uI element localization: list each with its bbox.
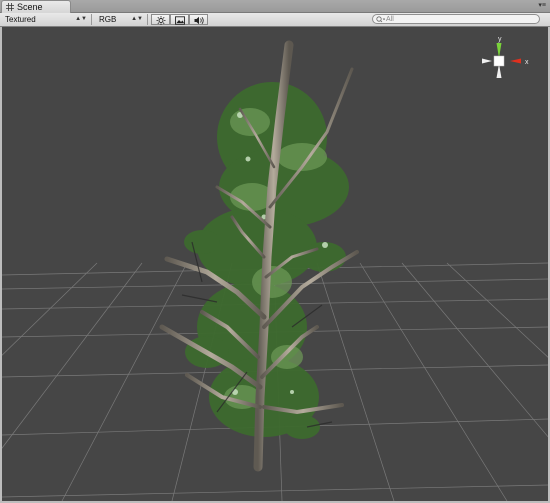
scene-toolbar: Textured ▲▼ RGB ▲▼ All (0, 13, 550, 27)
scene-canvas (2, 40, 548, 501)
draw-mode-value: Textured (5, 15, 36, 24)
center-cube-icon[interactable] (493, 55, 505, 67)
neg-x-cone-icon[interactable] (482, 58, 492, 64)
dropdown-arrow-icon: ▲▼ (131, 16, 143, 22)
lighting-toggle-button[interactable] (151, 14, 170, 25)
scene-viewport[interactable]: y x (2, 27, 548, 501)
search-input[interactable]: All (372, 14, 540, 24)
audio-icon (194, 16, 204, 25)
tab-menu-icon[interactable]: ▾≡ (538, 1, 546, 9)
scene-window: Scene ▾≡ Textured ▲▼ RGB ▲▼ All y x (0, 0, 550, 503)
image-effects-icon (175, 16, 185, 25)
orientation-gizmo[interactable]: y x (482, 33, 544, 85)
draw-mode-dropdown[interactable]: Textured ▲▼ (2, 14, 92, 25)
x-axis-cone-icon[interactable] (510, 58, 521, 64)
tree-model (159, 40, 359, 472)
render-mode-value: RGB (99, 15, 117, 24)
render-mode-dropdown[interactable]: RGB ▲▼ (96, 14, 148, 25)
gizmo-x-label: x (525, 59, 529, 66)
image-effects-toggle-button[interactable] (170, 14, 189, 25)
tab-scene[interactable]: Scene (1, 0, 71, 13)
tab-label: Scene (17, 2, 43, 12)
gizmo-y-label: y (498, 36, 502, 43)
dropdown-arrow-icon: ▲▼ (75, 16, 87, 22)
search-placeholder: All (386, 16, 394, 23)
scene-grid-icon (6, 3, 14, 11)
search-icon (376, 16, 385, 23)
tab-bar: Scene ▾≡ (0, 0, 550, 13)
audio-toggle-button[interactable] (189, 14, 208, 25)
lighting-icon (156, 16, 166, 25)
